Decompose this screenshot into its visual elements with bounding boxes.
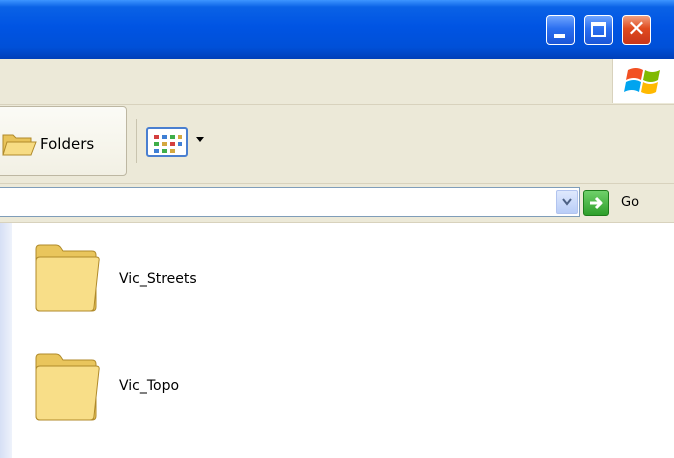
go-label: Go <box>621 195 640 210</box>
views-icon <box>146 127 188 157</box>
minimize-icon <box>554 34 565 38</box>
folder-vic-topo[interactable]: Vic_Topo <box>32 346 332 426</box>
address-dropdown-button[interactable] <box>556 190 578 214</box>
folder-icon <box>35 244 100 312</box>
chevron-down-icon[interactable] <box>196 137 204 142</box>
toolbar-separator <box>136 119 137 163</box>
folders-button[interactable]: Folders <box>0 106 127 176</box>
title-bar[interactable]: ✕ <box>0 0 674 59</box>
folder-name: Vic_Topo <box>119 378 180 394</box>
close-button[interactable]: ✕ <box>622 15 651 45</box>
close-icon: ✕ <box>627 17 646 42</box>
folders-label: Folders <box>40 135 95 153</box>
go-button[interactable]: Go <box>583 190 663 216</box>
folder-icon <box>35 353 100 421</box>
address-input[interactable] <box>0 187 580 217</box>
task-pane-edge <box>0 223 12 458</box>
chevron-down-icon <box>562 198 572 206</box>
folder-icon <box>2 134 37 156</box>
menu-bar <box>0 59 674 105</box>
folder-vic-streets[interactable]: Vic_Streets <box>32 237 332 317</box>
windows-logo <box>612 59 674 103</box>
minimize-button[interactable] <box>546 15 575 45</box>
maximize-icon <box>591 22 606 37</box>
toolbar: Folders <box>0 105 674 184</box>
address-bar: Go <box>0 184 674 223</box>
maximize-button[interactable] <box>584 15 613 45</box>
folder-name: Vic_Streets <box>119 271 197 287</box>
views-button[interactable] <box>146 127 210 157</box>
windows-flag-icon <box>624 68 660 94</box>
go-arrow-icon <box>583 190 609 216</box>
